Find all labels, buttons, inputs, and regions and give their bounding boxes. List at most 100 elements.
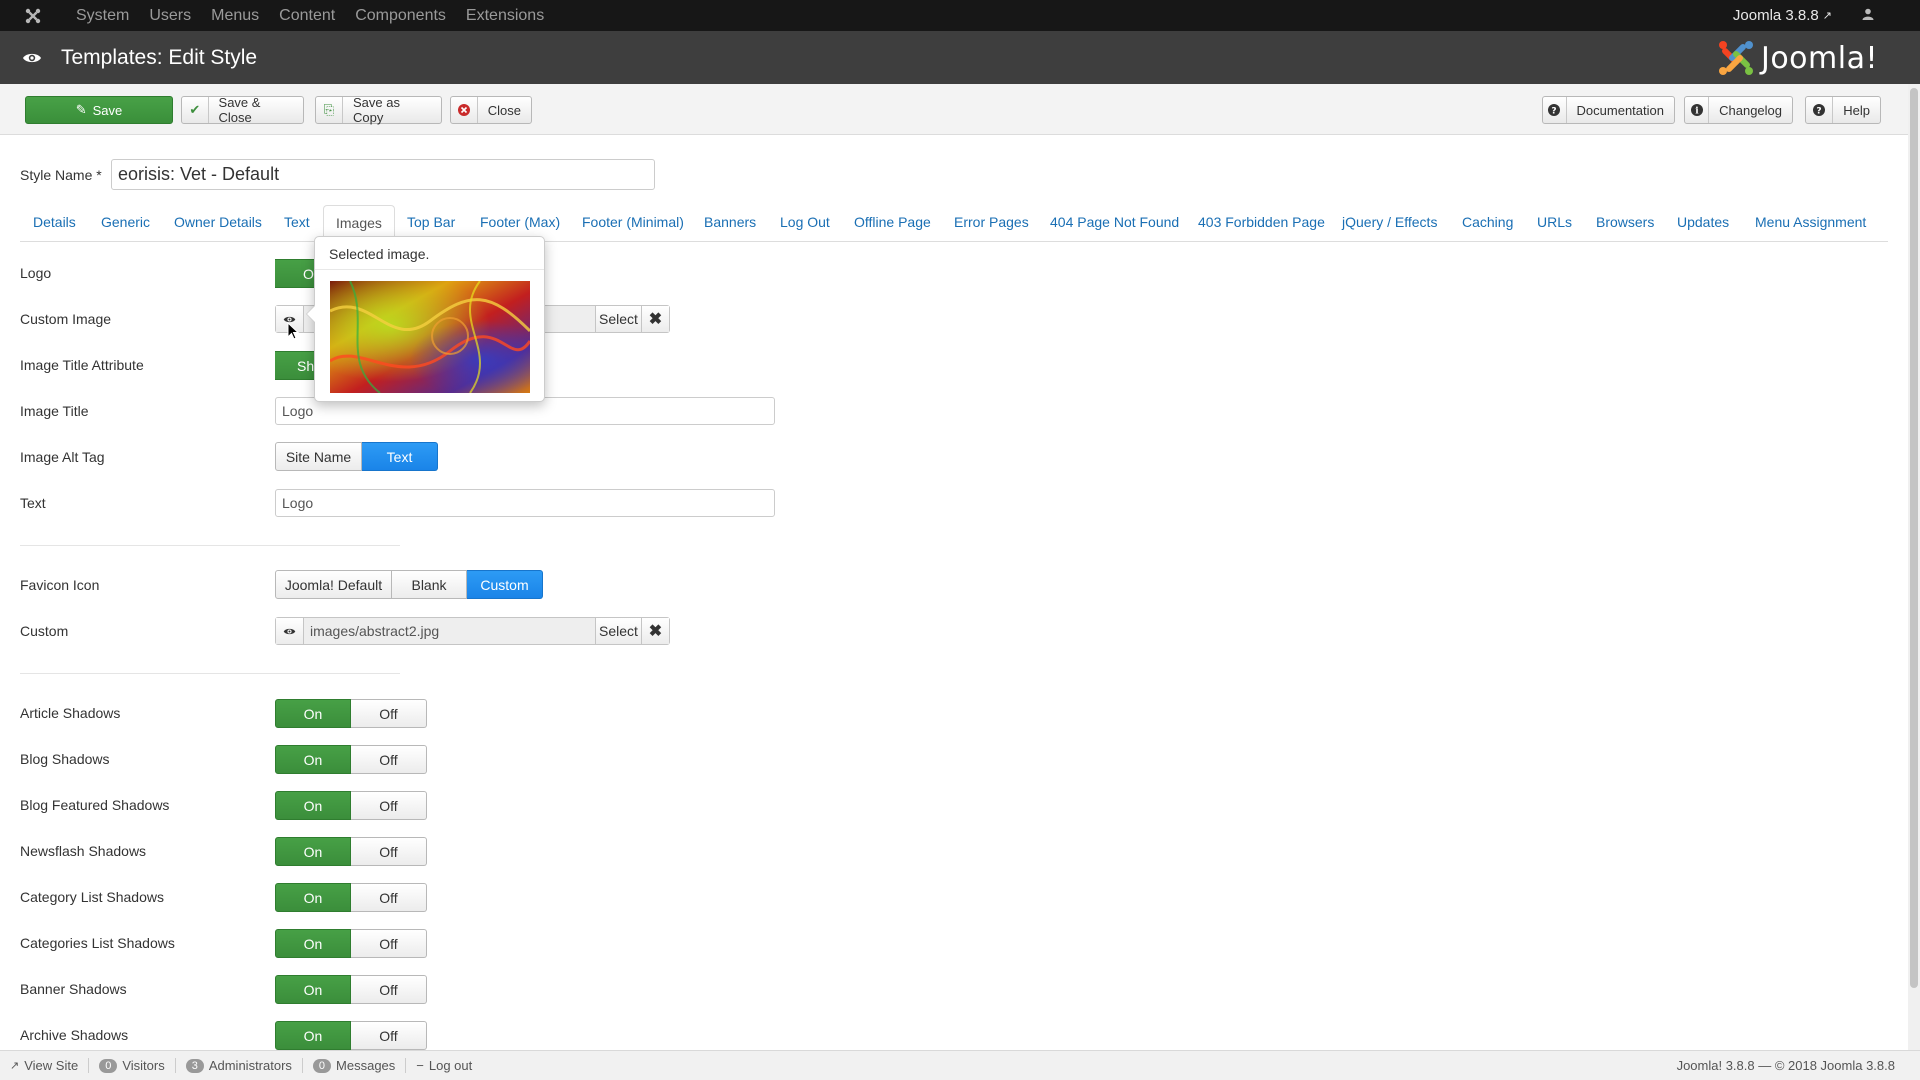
cancel-icon	[451, 97, 478, 123]
blog-shadows-toggle: On Off	[275, 745, 427, 774]
image-preview-popover: Selected image.	[306, 236, 545, 402]
save-close-button[interactable]: ✔ Save & Close	[181, 95, 304, 125]
administrators-label: Administrators	[208, 1058, 292, 1073]
menu-menus[interactable]: Menus	[201, 0, 269, 31]
changelog-button[interactable]: i Changelog	[1684, 96, 1793, 124]
svg-text:?: ?	[1552, 107, 1557, 117]
tab-403-forbidden-page[interactable]: 403 Forbidden Page	[1198, 214, 1325, 230]
tab-generic[interactable]: Generic	[101, 214, 150, 230]
custom-image-clear-icon[interactable]: ✖	[641, 306, 669, 332]
alt-tag-text-button[interactable]: Text	[362, 442, 438, 471]
blog-featured-shadows-off-button[interactable]: Off	[351, 791, 427, 820]
logout-link[interactable]: − Log out	[406, 1058, 482, 1073]
title-bar: Templates: Edit Style Joomla!	[0, 31, 1920, 84]
messages-link[interactable]: 0 Messages	[303, 1058, 407, 1073]
administrators-link[interactable]: 3 Administrators	[176, 1058, 303, 1073]
newsflash-shadows-label: Newsflash Shadows	[20, 843, 147, 859]
text-input[interactable]	[275, 489, 775, 517]
tab-details[interactable]: Details	[33, 214, 76, 230]
visitors-label: Visitors	[122, 1058, 165, 1073]
tab-log-out[interactable]: Log Out	[780, 214, 830, 230]
newsflash-shadows-toggle: On Off	[275, 837, 427, 866]
menu-content[interactable]: Content	[269, 0, 345, 31]
tab-jquery-effects[interactable]: jQuery / Effects	[1342, 214, 1437, 230]
close-button[interactable]: Close	[450, 96, 532, 124]
tab-offline-page[interactable]: Offline Page	[854, 214, 931, 230]
newsflash-shadows-on-button[interactable]: On	[275, 837, 351, 866]
tab-updates[interactable]: Updates	[1677, 214, 1729, 230]
banner-shadows-label: Banner Shadows	[20, 981, 127, 997]
article-shadows-off-button[interactable]: Off	[351, 699, 427, 728]
tab-top-bar[interactable]: Top Bar	[407, 214, 455, 230]
blog-shadows-off-button[interactable]: Off	[351, 745, 427, 774]
save-as-copy-button[interactable]: ⎘ Save as Copy	[315, 95, 442, 125]
help-button[interactable]: ? Help	[1805, 96, 1881, 124]
minus-icon: −	[416, 1058, 424, 1073]
banner-shadows-on-button[interactable]: On	[275, 975, 351, 1004]
menu-users[interactable]: Users	[139, 0, 201, 31]
changelog-label: Changelog	[1719, 102, 1782, 118]
menu-components[interactable]: Components	[345, 0, 456, 31]
custom-favicon-path: images/abstract2.jpg	[304, 618, 595, 644]
custom-favicon-media-field: images/abstract2.jpg Select ✖	[275, 617, 670, 645]
site-version-link[interactable]: Joomla 3.8.8 ↗	[1733, 7, 1832, 24]
tab-menu-assignment[interactable]: Menu Assignment	[1755, 214, 1866, 230]
category-list-shadows-on-button[interactable]: On	[275, 883, 351, 912]
custom-favicon-select-button[interactable]: Select	[595, 618, 641, 644]
documentation-label: Documentation	[1576, 102, 1664, 118]
tab-error-pages[interactable]: Error Pages	[954, 214, 1029, 230]
categories-list-shadows-on-button[interactable]: On	[275, 929, 351, 958]
tab-owner-details[interactable]: Owner Details	[174, 214, 262, 230]
archive-shadows-on-button[interactable]: On	[275, 1021, 351, 1050]
logout-label: Log out	[428, 1058, 473, 1073]
tab-footer-max[interactable]: Footer (Max)	[480, 214, 560, 230]
popover-arrow	[306, 305, 315, 323]
blog-featured-shadows-on-button[interactable]: On	[275, 791, 351, 820]
joomla-logo-text: Joomla!	[1760, 40, 1878, 76]
favicon-preview-eye-icon[interactable]	[276, 618, 304, 644]
question-icon: ?	[1543, 97, 1567, 123]
custom-image-select-button[interactable]: Select	[595, 306, 641, 332]
joomla-logo-icon	[1718, 41, 1753, 75]
tab-banners[interactable]: Banners	[704, 214, 756, 230]
tab-text[interactable]: Text	[284, 214, 310, 230]
documentation-button[interactable]: ? Documentation	[1542, 96, 1675, 124]
popover-separator	[315, 269, 544, 270]
tab-urls[interactable]: URLs	[1537, 214, 1572, 230]
article-shadows-on-button[interactable]: On	[275, 699, 351, 728]
scrollbar-thumb[interactable]	[1910, 88, 1918, 988]
tab-caching[interactable]: Caching	[1462, 214, 1513, 230]
custom-favicon-clear-icon[interactable]: ✖	[641, 618, 669, 644]
favicon-group: Joomla! Default Blank Custom	[275, 570, 543, 599]
save-button[interactable]: ✎ Save	[25, 96, 173, 124]
blog-shadows-on-button[interactable]: On	[275, 745, 351, 774]
image-alt-tag-label: Image Alt Tag	[20, 449, 105, 465]
newsflash-shadows-off-button[interactable]: Off	[351, 837, 427, 866]
favicon-joomla-default-button[interactable]: Joomla! Default	[275, 570, 392, 599]
favicon-custom-button[interactable]: Custom	[467, 570, 543, 599]
tab-footer-minimal[interactable]: Footer (Minimal)	[582, 214, 684, 230]
blog-shadows-label: Blog Shadows	[20, 751, 110, 767]
page-scrollbar[interactable]	[1908, 84, 1920, 1050]
banner-shadows-off-button[interactable]: Off	[351, 975, 427, 1004]
tab-404-page-not-found[interactable]: 404 Page Not Found	[1050, 214, 1179, 230]
archive-shadows-off-button[interactable]: Off	[351, 1021, 427, 1050]
menu-extensions[interactable]: Extensions	[456, 0, 554, 31]
user-icon[interactable]	[1862, 7, 1874, 24]
view-site-link[interactable]: ↗ View Site	[0, 1058, 90, 1073]
category-list-shadows-off-button[interactable]: Off	[351, 883, 427, 912]
style-name-input[interactable]	[111, 159, 655, 190]
logo-label: Logo	[20, 265, 52, 281]
favicon-blank-button[interactable]: Blank	[392, 570, 467, 599]
tab-browsers[interactable]: Browsers	[1596, 214, 1654, 230]
menu-system[interactable]: System	[66, 0, 139, 31]
messages-label: Messages	[336, 1058, 396, 1073]
section-divider	[20, 545, 400, 546]
view-site-label: View Site	[24, 1058, 79, 1073]
categories-list-shadows-off-button[interactable]: Off	[351, 929, 427, 958]
selected-image-preview	[330, 281, 530, 393]
joomla-menu-icon[interactable]	[0, 0, 66, 31]
visitors-link[interactable]: 0 Visitors	[89, 1058, 176, 1073]
alt-tag-site-name-button[interactable]: Site Name	[275, 442, 362, 471]
version-label: Joomla 3.8.8	[1732, 7, 1819, 24]
